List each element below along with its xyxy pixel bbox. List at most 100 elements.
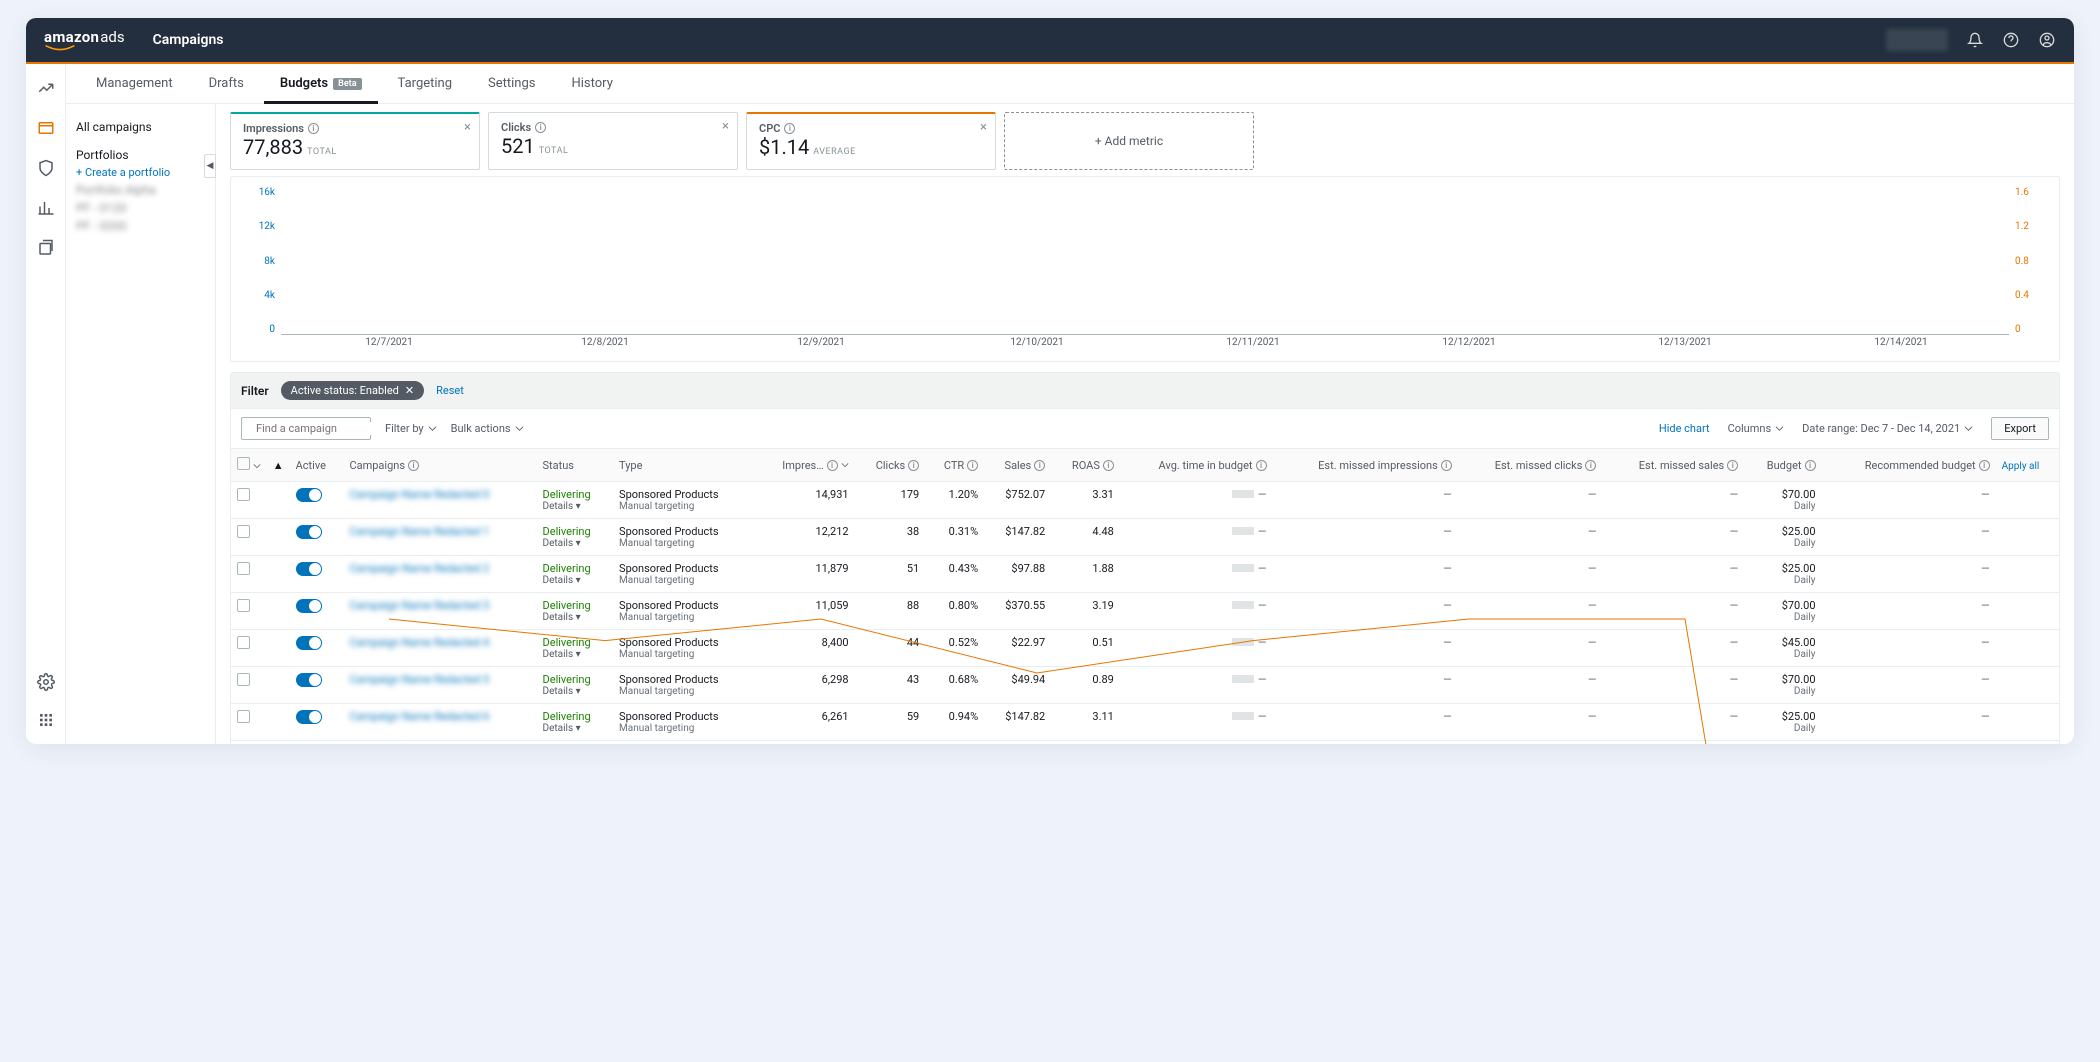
rail-library-icon[interactable]: [36, 238, 56, 258]
info-icon[interactable]: i: [1103, 460, 1114, 471]
metric-sub: TOTAL: [539, 146, 569, 156]
info-icon[interactable]: i: [408, 460, 419, 471]
remove-metric-icon[interactable]: ×: [464, 120, 471, 135]
col-roas[interactable]: ROAS: [1072, 459, 1100, 472]
info-icon[interactable]: i: [1805, 460, 1816, 471]
info-icon[interactable]: i: [308, 123, 319, 134]
col-status[interactable]: Status: [543, 459, 608, 472]
x-axis: 12/7/202112/8/202112/9/202112/10/202112/…: [281, 337, 2009, 357]
campaign-name-link[interactable]: Campaign Name Redacted 1: [349, 525, 489, 538]
row-checkbox[interactable]: [237, 710, 250, 723]
col-avg-time[interactable]: Avg. time in budget: [1159, 459, 1253, 472]
campaigns-sidepanel: All campaigns Portfolios + Create a port…: [66, 104, 216, 744]
metric-value: 77,883: [243, 135, 303, 159]
metric-value: 521: [501, 134, 535, 158]
row-checkbox[interactable]: [237, 673, 250, 686]
row-checkbox[interactable]: [237, 488, 250, 501]
active-toggle[interactable]: [296, 673, 322, 687]
campaign-name-link[interactable]: Campaign Name Redacted 2: [349, 562, 489, 575]
campaign-name-link[interactable]: Campaign Name Redacted 6: [349, 710, 489, 723]
chart-container: 16k12k8k4k0 1.61.20.80.40 12/7/202112/8/…: [230, 176, 2060, 362]
bell-icon[interactable]: [1966, 31, 1984, 49]
info-icon[interactable]: i: [827, 460, 838, 471]
row-checkbox[interactable]: [237, 562, 250, 575]
info-icon[interactable]: i: [1256, 460, 1267, 471]
active-toggle[interactable]: [296, 710, 322, 724]
help-icon[interactable]: [2002, 31, 2020, 49]
active-toggle[interactable]: [296, 636, 322, 650]
col-type[interactable]: Type: [619, 459, 749, 472]
portfolio-item-blur[interactable]: PF - 0120: [76, 201, 205, 215]
metric-card-impressions[interactable]: Impressionsi 77,883TOTAL ×: [230, 112, 480, 170]
col-missed-sales[interactable]: Est. missed sales: [1639, 459, 1724, 472]
remove-metric-icon[interactable]: ×: [980, 120, 987, 135]
tab-history[interactable]: History: [556, 64, 629, 103]
rail-trend-icon[interactable]: [36, 78, 56, 98]
campaign-name-link[interactable]: Campaign Name Redacted 4: [349, 636, 489, 649]
info-icon[interactable]: i: [1441, 460, 1452, 471]
active-toggle[interactable]: [296, 488, 322, 502]
brand-amazon: amazon: [44, 28, 99, 46]
col-budget[interactable]: Budget: [1767, 459, 1802, 472]
row-checkbox[interactable]: [237, 599, 250, 612]
info-icon[interactable]: i: [1727, 460, 1738, 471]
campaign-name-link[interactable]: Campaign Name Redacted 3: [349, 599, 489, 612]
portfolio-item-blur[interactable]: PF - 0200: [76, 219, 205, 233]
content: All campaigns Portfolios + Create a port…: [66, 104, 2074, 744]
metric-value: $1.14: [759, 135, 809, 159]
col-ctr[interactable]: CTR: [944, 459, 964, 472]
row-checkbox[interactable]: [237, 636, 250, 649]
campaign-name-link[interactable]: Campaign Name Redacted 5: [349, 673, 489, 686]
sort-desc-icon[interactable]: [841, 461, 849, 469]
y-axis-right: 1.61.20.80.40: [2015, 187, 2045, 335]
tab-targeting[interactable]: Targeting: [382, 64, 468, 103]
info-icon[interactable]: i: [1979, 460, 1990, 471]
col-missed-imp[interactable]: Est. missed impressions: [1318, 459, 1438, 472]
brand-logo[interactable]: amazonads: [44, 28, 125, 52]
chevron-down-icon[interactable]: [253, 462, 261, 470]
info-icon[interactable]: i: [967, 460, 978, 471]
remove-metric-icon[interactable]: ×: [722, 119, 729, 134]
col-active[interactable]: Active: [296, 459, 338, 472]
rail-campaigns-icon[interactable]: [36, 118, 56, 138]
metric-card-clicks[interactable]: Clicksi 521TOTAL ×: [488, 112, 738, 170]
active-toggle[interactable]: [296, 562, 322, 576]
apply-all-link[interactable]: Apply all: [2002, 461, 2040, 472]
top-bar: amazonads Campaigns: [26, 18, 2074, 62]
portfolio-item-blur[interactable]: Portfolio Alpha: [76, 183, 205, 197]
col-rec-budget[interactable]: Recommended budget: [1865, 459, 1976, 472]
tab-budgets[interactable]: BudgetsBeta: [264, 64, 378, 103]
campaign-name-link[interactable]: Campaign Name Redacted 0: [349, 488, 489, 501]
col-sales[interactable]: Sales: [1005, 459, 1032, 472]
rail-shield-icon[interactable]: [36, 158, 56, 178]
select-all-checkbox[interactable]: [237, 457, 250, 470]
col-missed-clicks[interactable]: Est. missed clicks: [1495, 459, 1583, 472]
tab-drafts[interactable]: Drafts: [193, 64, 260, 103]
tab-budgets-label: Budgets: [280, 76, 328, 91]
rail-apps-icon[interactable]: [36, 710, 56, 730]
rail-settings-icon[interactable]: [36, 672, 56, 692]
app-window: amazonads Campaigns Management: [26, 18, 2074, 744]
tab-management[interactable]: Management: [80, 64, 189, 103]
info-icon[interactable]: i: [784, 123, 795, 134]
account-chip[interactable]: [1886, 29, 1948, 51]
active-toggle[interactable]: [296, 599, 322, 613]
info-icon[interactable]: i: [1034, 460, 1045, 471]
metric-card-cpc[interactable]: CPCi $1.14AVERAGE ×: [746, 112, 996, 170]
row-checkbox[interactable]: [237, 525, 250, 538]
rail-chart-icon[interactable]: [36, 198, 56, 218]
create-portfolio-link[interactable]: + Create a portfolio: [76, 166, 205, 179]
col-impressions[interactable]: Impres…: [782, 459, 823, 472]
info-icon[interactable]: i: [908, 460, 919, 471]
collapse-sidepanel-button[interactable]: ◀: [204, 154, 216, 178]
side-all-campaigns[interactable]: All campaigns: [76, 120, 205, 134]
add-metric-button[interactable]: + Add metric: [1004, 112, 1254, 170]
col-clicks[interactable]: Clicks: [876, 459, 906, 472]
info-icon[interactable]: i: [535, 122, 546, 133]
user-icon[interactable]: [2038, 31, 2056, 49]
tabs: Management Drafts BudgetsBeta Targeting …: [66, 64, 2074, 104]
active-toggle[interactable]: [296, 525, 322, 539]
info-icon[interactable]: i: [1585, 460, 1596, 471]
tab-settings[interactable]: Settings: [472, 64, 551, 103]
col-campaigns[interactable]: Campaigns: [349, 459, 405, 472]
